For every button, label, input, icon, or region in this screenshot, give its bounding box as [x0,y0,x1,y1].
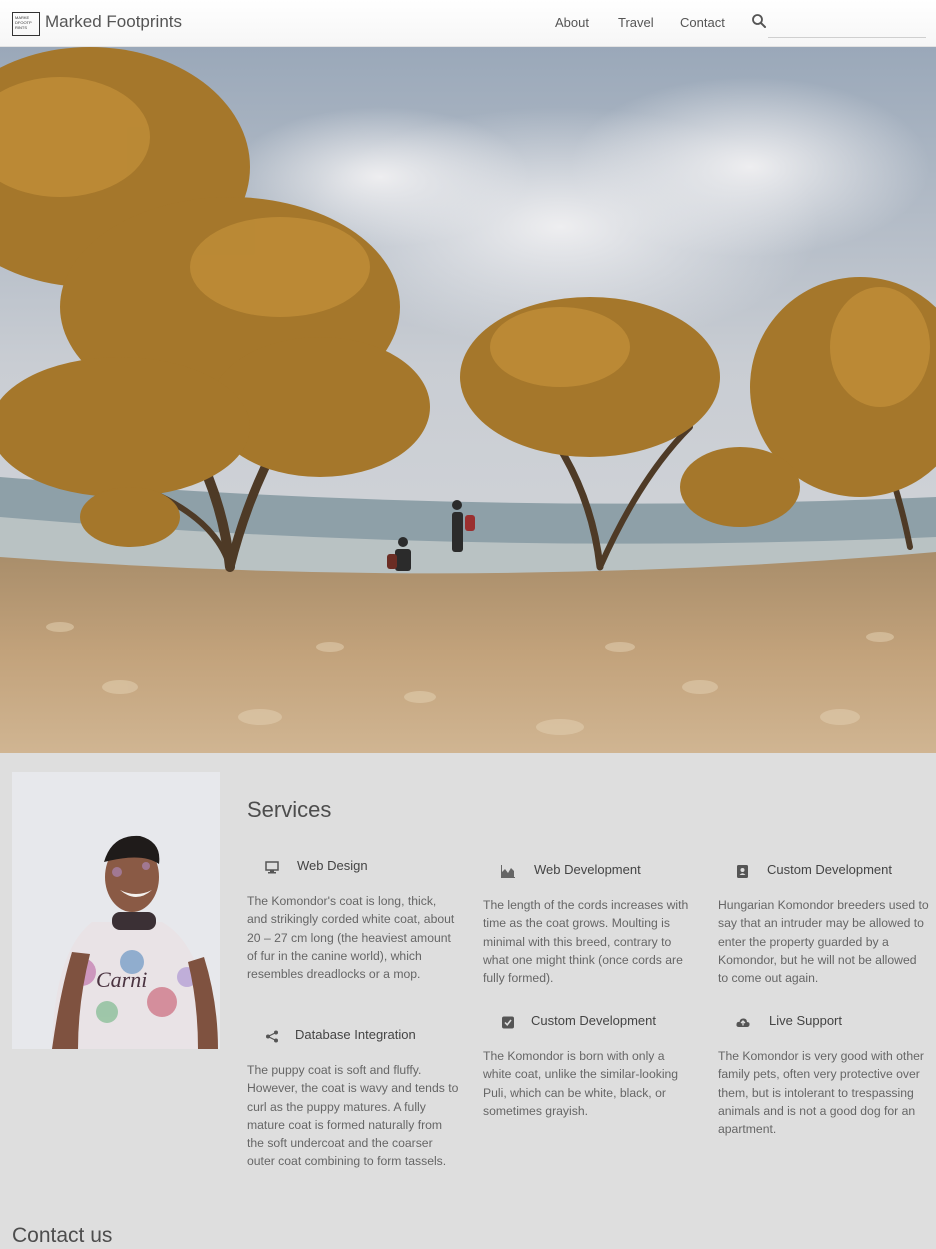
site-logo[interactable]: MARKE DFOOTP RINTS [12,12,40,36]
nav-link-about[interactable]: About [555,15,589,30]
service-title: Custom Development [767,862,892,877]
service-title: Web Development [534,862,641,877]
service-live-support: Live Support The Komondor is very good w… [718,1013,930,1138]
svg-text:Carni: Carni [96,967,147,992]
logo-text: MARKE DFOOTP RINTS [15,15,32,30]
service-web-design: Web Design The Komondor's coat is long, … [247,858,459,983]
area-chart-icon [501,865,515,878]
address-book-icon [737,865,748,878]
service-description: The Komondor is born with only a white c… [483,1049,679,1118]
nav-link-travel[interactable]: Travel [618,15,654,30]
profile-photo: Carni [12,772,220,1049]
service-description: Hungarian Komondor breeders used to say … [718,898,929,986]
services-heading: Services [247,797,332,822]
cloud-upload-icon [736,1018,750,1027]
contact-heading: Contact us [12,1224,113,1247]
hero-image [0,47,936,753]
service-database-integration: Database Integration The puppy coat is s… [247,1027,459,1171]
service-custom-development: Custom Development Hungarian Komondor br… [718,862,930,987]
service-web-development: Web Development The length of the cords … [483,862,695,987]
search-icon[interactable] [751,13,767,29]
search-input[interactable] [768,8,926,38]
service-description: The puppy coat is soft and fluffy. Howev… [247,1063,459,1169]
site-brand[interactable]: Marked Footprints [45,12,182,32]
service-description: The Komondor is very good with other fam… [718,1049,924,1137]
service-description: The length of the cords increases with t… [483,898,689,986]
service-title: Web Design [297,858,368,873]
navbar: MARKE DFOOTP RINTS Marked Footprints Abo… [0,0,936,47]
service-description: The Komondor's coat is long, thick, and … [247,894,455,982]
share-icon [266,1030,278,1043]
nav-link-contact[interactable]: Contact [680,15,725,30]
service-title: Database Integration [295,1027,416,1042]
service-custom-development-2: Custom Development The Komondor is born … [483,1013,695,1120]
monitor-icon [265,861,279,874]
check-square-icon [502,1016,514,1029]
service-title: Live Support [769,1013,842,1028]
service-title: Custom Development [531,1013,656,1028]
